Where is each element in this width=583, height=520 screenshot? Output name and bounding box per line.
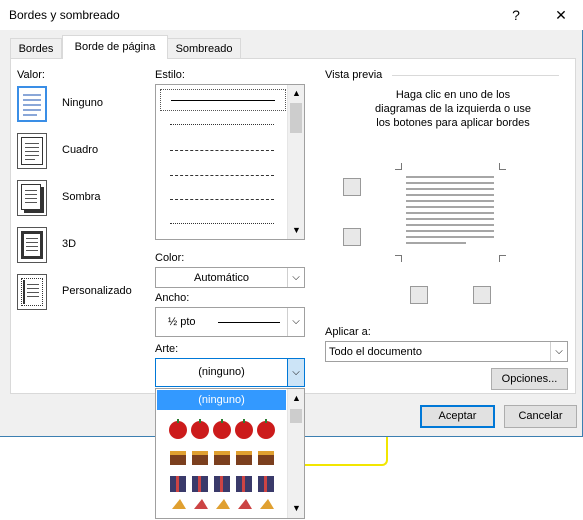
page-none-icon xyxy=(17,86,47,122)
tab-borde-de-pagina[interactable]: Borde de página xyxy=(62,35,168,59)
setting-option-sombra[interactable]: Sombra xyxy=(17,178,147,218)
setting-option-label: Sombra xyxy=(62,191,101,203)
preview-separator xyxy=(392,75,559,76)
art-value: (ninguno) xyxy=(198,366,245,378)
setting-option-cuadro[interactable]: Cuadro xyxy=(17,131,147,171)
border-left-icon xyxy=(410,286,428,304)
setting-label: Valor: xyxy=(17,69,45,81)
apply-to-combo[interactable]: Todo el documento ⌵ xyxy=(325,341,568,362)
help-button[interactable]: ? xyxy=(500,0,532,30)
style-item-selected[interactable] xyxy=(160,89,286,111)
style-listbox[interactable]: ▲ ▼ xyxy=(155,84,305,240)
setting-option-label: 3D xyxy=(62,238,77,250)
preview-top-border-button[interactable] xyxy=(343,178,361,196)
preview-right-border-button[interactable] xyxy=(473,286,491,304)
art-label: Arte: xyxy=(155,343,179,355)
chevron-down-icon[interactable]: ⌵ xyxy=(550,342,567,361)
ok-button[interactable]: Aceptar xyxy=(420,405,495,428)
width-value: ½ pto xyxy=(168,316,196,328)
page-shadow-icon xyxy=(17,180,47,216)
style-item-dash-dot[interactable] xyxy=(170,199,274,201)
width-line-sample xyxy=(218,322,280,323)
dialog-title: Bordes y sombreado xyxy=(9,8,120,22)
tab-sombreado[interactable]: Sombreado xyxy=(167,38,241,58)
color-label: Color: xyxy=(155,252,185,264)
setting-option-label: Personalizado xyxy=(62,285,132,297)
chevron-down-icon[interactable]: ⌵ xyxy=(287,308,304,336)
art-item-apples[interactable] xyxy=(168,417,276,443)
art-dropdown-item-selected[interactable]: (ninguno) xyxy=(157,390,286,410)
tab-label: Borde de página xyxy=(74,41,156,53)
preview-instruction: Haga clic en uno de los diagramas de la … xyxy=(375,89,531,129)
tab-bordes[interactable]: Bordes xyxy=(10,38,62,58)
style-item-dashed[interactable] xyxy=(170,175,274,177)
page-box-icon xyxy=(17,133,47,169)
scrollbar-thumb[interactable] xyxy=(290,409,302,423)
chevron-up-icon[interactable]: ▲ xyxy=(292,393,301,403)
cake-icon xyxy=(170,451,274,465)
apple-icon xyxy=(169,419,275,439)
border-top-icon xyxy=(343,178,361,196)
style-item-dash-dot-dot[interactable] xyxy=(170,223,274,225)
style-label: Estilo: xyxy=(155,69,185,81)
highlight-outline xyxy=(296,437,388,466)
setting-option-3d[interactable]: 3D xyxy=(17,225,147,265)
tab-label: Bordes xyxy=(18,43,54,55)
color-combo[interactable]: Automático ⌵ xyxy=(155,267,305,288)
scrollbar-thumb[interactable] xyxy=(290,103,302,133)
apply-to-label: Aplicar a: xyxy=(325,326,371,338)
preview-left-border-button[interactable] xyxy=(410,286,428,304)
apply-to-value: Todo el documento xyxy=(329,346,422,358)
art-item-cakes[interactable] xyxy=(168,445,276,471)
cancel-button[interactable]: Cancelar xyxy=(504,405,577,428)
border-bottom-icon xyxy=(343,228,361,246)
art-dropdown-scrollbar[interactable]: ▲ ▼ xyxy=(287,389,304,518)
page-3d-icon xyxy=(17,227,47,263)
width-combo[interactable]: ½ pto ⌵ xyxy=(155,307,305,337)
options-button[interactable]: Opciones... xyxy=(491,368,568,390)
preview-label: Vista previa xyxy=(325,69,383,81)
candy-icon xyxy=(172,499,274,509)
preview-page xyxy=(395,163,507,263)
page-custom-icon xyxy=(17,274,47,310)
close-button[interactable]: ✕ xyxy=(545,0,577,30)
style-item-dotted[interactable] xyxy=(170,124,274,126)
tab-label: Sombreado xyxy=(175,43,233,55)
art-combo[interactable]: (ninguno) ⌵ xyxy=(155,358,305,387)
width-label: Ancho: xyxy=(155,292,190,304)
chevron-up-icon[interactable]: ▲ xyxy=(292,88,301,98)
art-dropdown-list[interactable]: (ninguno) ▲ ▼ xyxy=(155,388,305,519)
chevron-down-icon[interactable]: ⌵ xyxy=(287,268,304,287)
color-value: Automático xyxy=(193,272,250,284)
chevron-down-icon[interactable]: ▼ xyxy=(292,225,301,235)
setting-option-label: Cuadro xyxy=(62,144,99,156)
chevron-down-icon[interactable]: ▼ xyxy=(292,503,301,513)
style-scrollbar[interactable]: ▲ ▼ xyxy=(287,85,304,239)
title-bar: Bordes y sombreado ? ✕ xyxy=(0,0,583,30)
art-item-candy[interactable] xyxy=(168,493,276,517)
chevron-down-icon[interactable]: ⌵ xyxy=(287,359,304,386)
setting-option-personalizado[interactable]: Personalizado xyxy=(17,272,147,312)
preview-bottom-border-button[interactable] xyxy=(343,228,361,246)
setting-option-label: Ninguno xyxy=(62,97,103,109)
setting-option-ninguno[interactable]: Ninguno xyxy=(17,84,147,124)
style-item-dashed-small[interactable] xyxy=(170,150,274,152)
border-right-icon xyxy=(473,286,491,304)
